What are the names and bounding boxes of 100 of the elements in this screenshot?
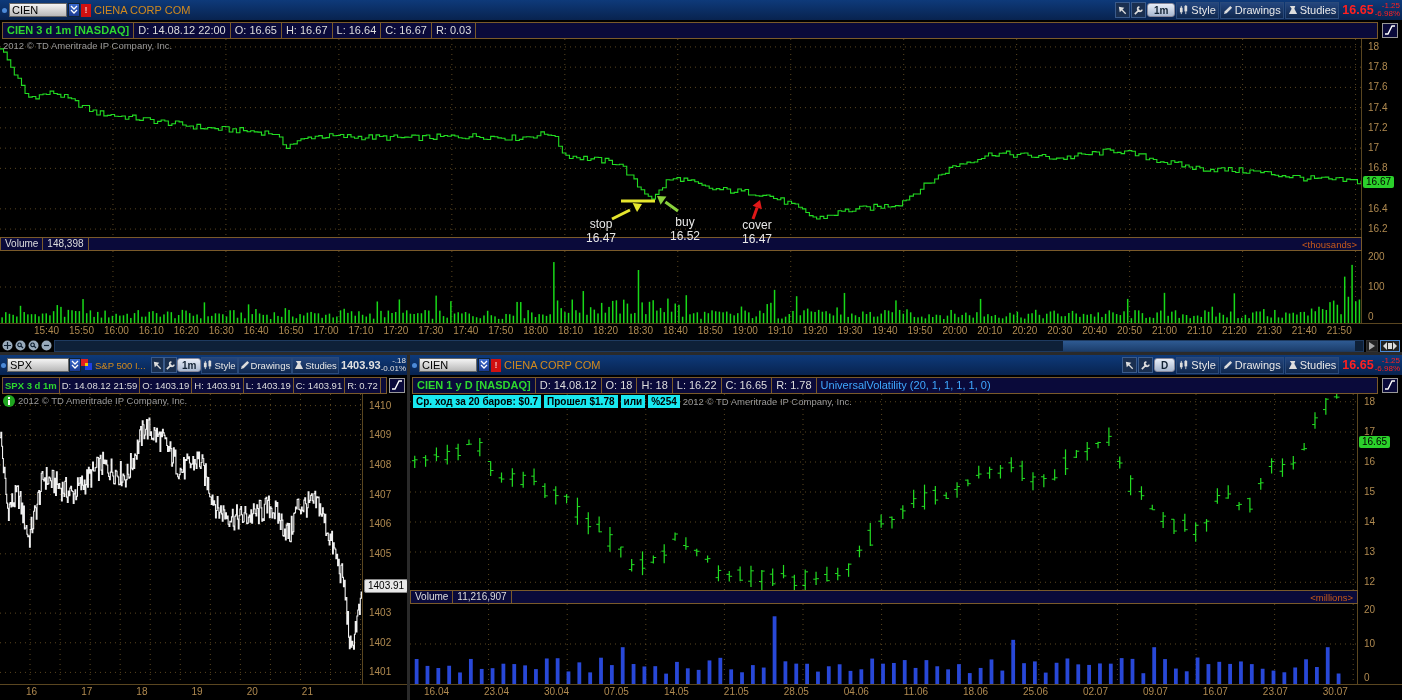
time-axis-label: 15:40 bbox=[34, 324, 60, 338]
scroll-right-button[interactable] bbox=[1366, 339, 1378, 352]
time-axis-label: 20:10 bbox=[977, 324, 1003, 338]
toolbar-button[interactable]: Drawings bbox=[1219, 356, 1284, 374]
price-axis-label: 17.2 bbox=[1368, 121, 1388, 134]
time-axis-label: 18:00 bbox=[523, 324, 549, 338]
price-axis-label: 1402 bbox=[369, 636, 392, 649]
chart-type-button[interactable] bbox=[1382, 22, 1398, 38]
time-axis-label: 14.05 bbox=[663, 685, 689, 699]
time-axis-label: 30.04 bbox=[543, 685, 569, 699]
toolbar-button[interactable]: Drawings bbox=[1219, 1, 1284, 19]
info-icon[interactable] bbox=[3, 395, 15, 407]
line-chart-icon bbox=[1384, 24, 1396, 36]
time-axis-label: 17:20 bbox=[383, 324, 409, 338]
symbol-field[interactable]: CIEN bbox=[419, 358, 477, 372]
last-price: 1403.93 bbox=[340, 359, 381, 371]
copyright-text: 2012 © TD Ameritrade IP Company, Inc. bbox=[3, 40, 173, 52]
quote-field: L: 16.64 bbox=[332, 22, 382, 38]
aggregation-button[interactable]: D bbox=[1154, 358, 1176, 372]
time-axis-label: 21:50 bbox=[1326, 324, 1352, 338]
dropdown-button[interactable] bbox=[478, 358, 490, 372]
time-axis-label: 21:10 bbox=[1186, 324, 1212, 338]
time-axis-label: 20:00 bbox=[942, 324, 968, 338]
quote-field: L: 1403.19 bbox=[243, 377, 294, 393]
wrench-button[interactable] bbox=[164, 357, 177, 373]
volume-axis-label: 10 bbox=[1364, 638, 1376, 650]
time-axis-label: 20:40 bbox=[1082, 324, 1108, 338]
index-icon bbox=[81, 359, 93, 371]
price-axis-label: 14 bbox=[1364, 516, 1376, 529]
symbol-field[interactable]: CIEN bbox=[9, 3, 67, 17]
quote-field: H: 18 bbox=[637, 377, 673, 393]
time-axis-label: 21:20 bbox=[1221, 324, 1247, 338]
candle-icon bbox=[1179, 5, 1190, 15]
price-axis-label: 1403 bbox=[369, 607, 392, 620]
zoom-in-button[interactable] bbox=[15, 340, 26, 351]
chart-title: SPX 3 d 1m bbox=[3, 377, 60, 393]
price-axis-label: 17.8 bbox=[1368, 61, 1388, 74]
alert-badge[interactable]: ! bbox=[81, 3, 91, 17]
price-axis-label: 12 bbox=[1364, 576, 1376, 589]
price-axis-label: 16.8 bbox=[1368, 162, 1388, 175]
dropdown-button[interactable] bbox=[69, 358, 81, 372]
volume-value: 148,398 bbox=[43, 238, 89, 250]
chart-type-button[interactable] bbox=[389, 377, 405, 393]
time-axis-label: 21:40 bbox=[1291, 324, 1317, 338]
price-axis-label: 17 bbox=[1368, 142, 1380, 155]
wrench-button[interactable] bbox=[1138, 357, 1154, 373]
link-icon[interactable] bbox=[2, 7, 7, 13]
time-axis-label: 17:50 bbox=[488, 324, 514, 338]
toolbar-button[interactable]: Studies bbox=[1284, 356, 1340, 374]
wrench-icon bbox=[165, 359, 176, 371]
chart-type-button[interactable] bbox=[1382, 377, 1398, 393]
time-axis-label: 21:30 bbox=[1256, 324, 1282, 338]
time-axis-label: 18:10 bbox=[558, 324, 584, 338]
link-icon[interactable] bbox=[412, 362, 417, 368]
toolbar-button[interactable]: Style bbox=[1176, 356, 1219, 374]
toolbar-button[interactable]: Style bbox=[1176, 1, 1219, 19]
annotation-price: 16.52 bbox=[670, 229, 701, 243]
expand-button[interactable] bbox=[1380, 339, 1400, 352]
time-axis-label: 17:10 bbox=[348, 324, 374, 338]
time-axis-label: 30.07 bbox=[1322, 685, 1348, 699]
time-axis-label: 16:40 bbox=[243, 324, 269, 338]
wrench-button[interactable] bbox=[1130, 2, 1146, 18]
time-axis-label: 09.07 bbox=[1142, 685, 1168, 699]
toolbar-button[interactable]: Drawings bbox=[237, 356, 293, 374]
aggregation-button[interactable]: 1m bbox=[177, 358, 202, 372]
link-icon[interactable] bbox=[1, 362, 6, 368]
time-axis-label: 19:20 bbox=[802, 324, 828, 338]
price-axis-label: 1401 bbox=[369, 666, 392, 679]
scrollbar[interactable] bbox=[54, 339, 1364, 352]
aggregation-button[interactable]: 1m bbox=[1146, 3, 1176, 17]
alert-badge[interactable]: ! bbox=[491, 358, 501, 372]
time-axis-label: 04.06 bbox=[843, 685, 869, 699]
pan-button[interactable] bbox=[2, 340, 13, 351]
price-marker: 1403.91 bbox=[364, 579, 407, 594]
quote-field: C: 1403.91 bbox=[293, 377, 346, 393]
volume-axis-label: 20 bbox=[1364, 604, 1376, 617]
toolbar-button[interactable]: Style bbox=[201, 356, 238, 374]
price-axis-label: 17 bbox=[1364, 425, 1376, 437]
price-axis-label: 1406 bbox=[369, 518, 392, 531]
time-axis-label: 19:30 bbox=[837, 324, 863, 338]
toolbar-button[interactable]: Studies bbox=[1284, 1, 1340, 19]
dropdown-button[interactable] bbox=[68, 3, 80, 17]
time-axis-label: 16:00 bbox=[103, 324, 129, 338]
scrollbar-thumb[interactable] bbox=[1063, 340, 1355, 351]
quote-field: D: 14.08.12 bbox=[535, 377, 602, 393]
time-axis-label: 02.07 bbox=[1082, 685, 1108, 699]
symbol-field[interactable]: SPX bbox=[7, 358, 69, 372]
last-price: 16.65 bbox=[1342, 3, 1374, 17]
toolbar-button[interactable]: Studies bbox=[292, 356, 339, 374]
triangle-icon bbox=[1369, 341, 1375, 350]
time-axis-label: 07.05 bbox=[603, 685, 629, 699]
zoom-reset-button[interactable] bbox=[41, 340, 52, 351]
study-value: Ср. ход за 20 баров: $0.7 bbox=[413, 395, 542, 408]
quote-field: O: 18 bbox=[601, 377, 638, 393]
chevron-icon bbox=[70, 5, 78, 15]
price-axis-label: 18 bbox=[1368, 40, 1380, 53]
flask-icon bbox=[1287, 5, 1298, 15]
flask-icon bbox=[1287, 360, 1298, 370]
time-axis-label: 21 bbox=[301, 685, 313, 699]
volume-title: Volume bbox=[411, 591, 454, 603]
